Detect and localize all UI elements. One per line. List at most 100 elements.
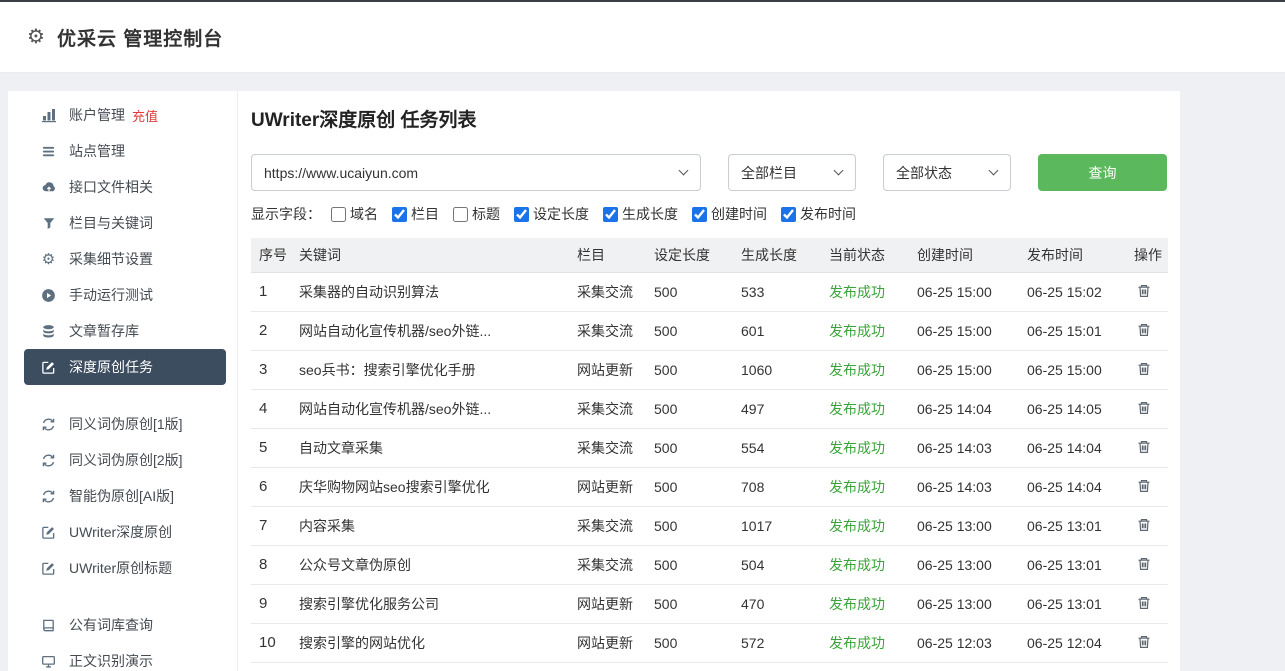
delete-button[interactable] [1134,476,1154,496]
field-checkbox[interactable] [603,207,618,222]
cell-gen-length: 708 [733,467,821,506]
cell-status: 发布成功 [821,350,909,389]
sidebar-item-label: 智能伪原创[AI版] [69,486,174,506]
cell-index: 1 [251,272,291,311]
field-option[interactable]: 域名 [331,204,378,224]
table-row: 8公众号文章伪原创采集交流500504发布成功06-25 13:0006-25 … [251,545,1168,584]
field-checkbox[interactable] [781,207,796,222]
delete-button[interactable] [1134,515,1154,535]
delete-button[interactable] [1134,554,1154,574]
cell-created-time: 06-25 14:03 [909,467,1019,506]
sidebar-item[interactable]: 深度原创任务 [24,349,226,385]
field-option[interactable]: 生成长度 [603,204,678,224]
table-row: 7内容采集采集交流5001017发布成功06-25 13:0006-25 13:… [251,506,1168,545]
status-select-wrap: 全部状态 [883,154,1011,191]
status-select[interactable]: 全部状态 [883,154,1011,191]
cell-keyword: 庆华购物网站seo搜索引擎优化 [291,467,569,506]
cell-gen-length: 572 [733,623,821,662]
recharge-link[interactable]: 充值 [132,106,158,125]
cell-keyword: 搜索引擎的网站优化 [291,623,569,662]
sidebar-item[interactable]: 账户管理充值 [24,97,226,133]
delete-button[interactable] [1134,437,1154,457]
sidebar-item[interactable]: 文章暂存库 [24,313,226,349]
sidebar-item[interactable]: 智能伪原创[AI版] [24,478,226,514]
sidebar-item[interactable]: UWriter深度原创 [24,514,226,550]
field-checkbox[interactable] [453,207,468,222]
sidebar-item[interactable]: 站点管理 [24,133,226,169]
delete-button[interactable] [1134,281,1154,301]
sidebar-item-label: 接口文件相关 [69,177,153,197]
cell-status: 发布成功 [821,428,909,467]
cell-index: 7 [251,506,291,545]
field-option[interactable]: 栏目 [392,204,439,224]
sidebar-item[interactable]: ⚙采集细节设置 [24,241,226,277]
field-option[interactable]: 标题 [453,204,500,224]
cell-status: 发布成功 [821,311,909,350]
table-body: 1采集器的自动识别算法采集交流500533发布成功06-25 15:0006-2… [251,272,1168,662]
field-checkbox[interactable] [392,207,407,222]
cell-status: 发布成功 [821,584,909,623]
cell-created-time: 06-25 13:00 [909,545,1019,584]
cell-gen-length: 554 [733,428,821,467]
cell-keyword: 网站自动化宣传机器/seo外链... [291,311,569,350]
table-row: 9搜索引擎优化服务公司网站更新500470发布成功06-25 13:0006-2… [251,584,1168,623]
field-option-label: 域名 [350,204,378,224]
edit-icon [40,524,57,541]
delete-button[interactable] [1134,632,1154,652]
delete-button[interactable] [1134,593,1154,613]
cell-index: 8 [251,545,291,584]
sidebar-item[interactable]: 手动运行测试 [24,277,226,313]
column-header: 操作 [1126,238,1168,272]
cell-created-time: 06-25 15:00 [909,272,1019,311]
field-option-label: 栏目 [411,204,439,224]
field-checkbox[interactable] [514,207,529,222]
task-table: 序号关键词栏目设定长度生成长度当前状态创建时间发布时间操作 1采集器的自动识别算… [251,238,1168,663]
cell-index: 5 [251,428,291,467]
sidebar-item[interactable]: 接口文件相关 [24,169,226,205]
display-fields-label: 显示字段： [251,204,321,224]
cell-published-time: 06-25 12:04 [1019,623,1126,662]
field-checkbox-group: 域名 栏目标题 设定长度 生成长度创建时间发布时间 [331,204,870,224]
cell-set-length: 500 [646,623,733,662]
cell-published-time: 06-25 15:02 [1019,272,1126,311]
delete-button[interactable] [1134,359,1154,379]
cell-actions [1126,272,1168,311]
sidebar-item[interactable]: 同义词伪原创[2版] [24,442,226,478]
field-option-label: 设定长度 [533,204,589,224]
search-button[interactable]: 查询 [1038,154,1167,191]
sidebar-item[interactable]: UWriter原创标题 [24,550,226,586]
cell-set-length: 500 [646,272,733,311]
field-option[interactable]: 设定长度 [514,204,589,224]
delete-button[interactable] [1134,320,1154,340]
cell-actions [1126,584,1168,623]
cell-gen-length: 533 [733,272,821,311]
cell-gen-length: 470 [733,584,821,623]
sidebar-item-label: 正文识别演示 [69,651,153,671]
field-option-label: 生成长度 [622,204,678,224]
column-header: 发布时间 [1019,238,1126,272]
field-option[interactable]: 发布时间 [781,204,856,224]
field-checkbox[interactable] [331,207,346,222]
sidebar-item-label: UWriter深度原创 [69,522,172,542]
sidebar-item[interactable]: 同义词伪原创[1版] [24,406,226,442]
field-checkbox[interactable] [692,207,707,222]
cell-published-time: 06-25 15:00 [1019,350,1126,389]
cell-column: 采集交流 [569,545,646,584]
sidebar-item[interactable]: 栏目与关键词 [24,205,226,241]
field-option[interactable]: 创建时间 [692,204,767,224]
column-header: 生成长度 [733,238,821,272]
table-header-row: 序号关键词栏目设定长度生成长度当前状态创建时间发布时间操作 [251,238,1168,272]
list-icon [40,143,57,160]
delete-button[interactable] [1134,398,1154,418]
sidebar-item[interactable]: 公有词库查询 [24,607,226,643]
column-header: 创建时间 [909,238,1019,272]
cell-column: 采集交流 [569,428,646,467]
cell-created-time: 06-25 13:00 [909,506,1019,545]
column-select[interactable]: 全部栏目 [728,154,856,191]
cell-published-time: 06-25 13:01 [1019,545,1126,584]
sidebar-item[interactable]: 正文识别演示 [24,643,226,671]
cell-column: 采集交流 [569,506,646,545]
display-fields-row: 显示字段： 域名 栏目标题 设定长度 生成长度创建时间发布时间 [251,204,1167,224]
site-select[interactable]: https://www.ucaiyun.com [251,154,701,191]
cell-column: 网站更新 [569,584,646,623]
